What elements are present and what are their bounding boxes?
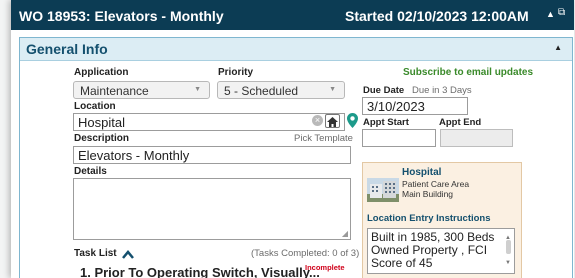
details-label: Details (74, 166, 107, 177)
location-input[interactable]: Hospital (73, 113, 345, 131)
appt-end-label: Appt End (439, 117, 482, 128)
work-order-title: WO 18953: Elevators - Monthly (19, 8, 224, 24)
subscribe-email-link[interactable]: Subscribe to email updates (403, 67, 533, 78)
popout-icon[interactable]: ⧉ (558, 7, 565, 18)
section-header[interactable]: General Info ▲ (20, 38, 572, 61)
due-date-label: Due Date (363, 85, 405, 96)
scrollbar-thumb[interactable] (506, 240, 511, 254)
location-pin-icon[interactable] (347, 113, 358, 133)
due-in-text: Due in 3 Days (412, 85, 472, 96)
details-textarea[interactable]: ◢ (73, 178, 351, 240)
collapse-caret-icon[interactable]: ▲ (554, 43, 562, 52)
appt-start-input[interactable] (362, 129, 436, 147)
pick-template-link[interactable]: Pick Template (294, 133, 353, 144)
location-value: Hospital (78, 115, 125, 130)
building-thumbnail (367, 178, 399, 207)
home-icon[interactable] (325, 114, 340, 128)
appt-end-input[interactable] (440, 129, 513, 147)
location-label: Location (74, 101, 116, 112)
tasks-completed-count: (Tasks Completed: 0 of 3) (251, 248, 360, 259)
priority-label: Priority (218, 67, 254, 78)
started-timestamp: Started 02/10/2023 12:00AM (345, 8, 529, 24)
location-card-name: Hospital (402, 167, 442, 178)
location-card-building: Main Building (402, 189, 454, 199)
location-instructions-text: Built in 1985, 300 Beds Owned Property ,… (371, 230, 495, 270)
chevron-down-icon: ▼ (329, 86, 336, 93)
description-label: Description (74, 133, 130, 144)
application-value: Maintenance (80, 84, 149, 98)
section-title: General Info (26, 41, 108, 57)
task-status-badge: Incomplete (305, 263, 345, 272)
location-instructions-label: Location Entry Instructions (367, 213, 491, 224)
task-list-label: Task List (74, 248, 117, 259)
location-card-area: Patient Care Area (402, 179, 470, 189)
resize-grip-icon[interactable]: ◢ (342, 229, 348, 238)
priority-value: 5 - Scheduled (224, 84, 299, 98)
caret-up-icon[interactable]: ▲ (546, 9, 555, 19)
location-instructions-box[interactable]: Built in 1985, 300 Beds Owned Property ,… (367, 228, 515, 274)
due-date-value: 3/10/2023 (367, 99, 425, 114)
task-item-1[interactable]: 1. Prior To Operating Switch, Visually..… (80, 265, 320, 278)
application-select[interactable]: Maintenance ▼ (73, 81, 210, 99)
chevron-down-icon: ▼ (194, 86, 201, 93)
due-date-input[interactable]: 3/10/2023 (362, 97, 468, 115)
description-input[interactable]: Elevators - Monthly (73, 146, 351, 164)
description-value: Elevators - Monthly (78, 148, 190, 163)
clear-icon[interactable]: × (312, 115, 323, 126)
application-label: Application (74, 67, 129, 78)
collapse-tasks-icon[interactable] (122, 247, 134, 265)
general-info-section: General Info ▲ Application Maintenance ▼… (19, 37, 573, 278)
appt-start-label: Appt Start (363, 117, 409, 128)
title-bar: WO 18953: Elevators - Monthly Started 02… (11, 0, 574, 30)
priority-select[interactable]: 5 - Scheduled ▼ (217, 81, 345, 99)
work-order-panel: WO 18953: Elevators - Monthly Started 02… (11, 0, 574, 278)
location-card: Hospital Patient Care Area Main Building… (362, 162, 522, 278)
scroll-down-icon[interactable]: ▼ (505, 257, 511, 270)
